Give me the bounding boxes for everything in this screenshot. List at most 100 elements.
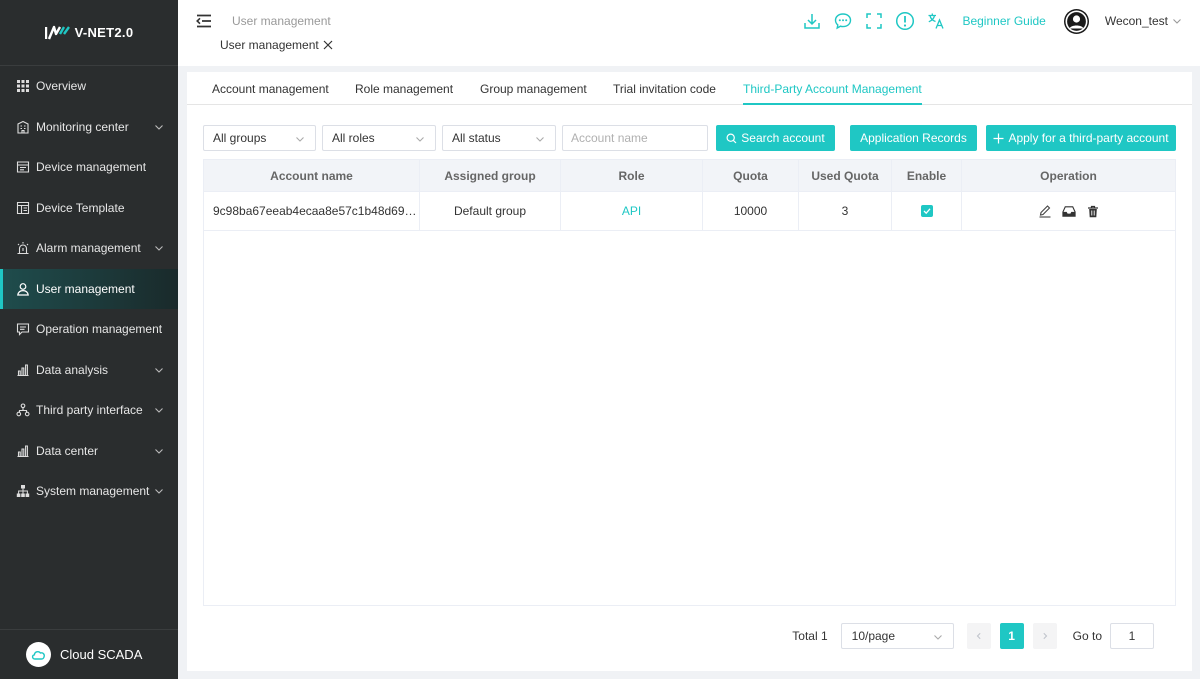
inbox-icon[interactable]	[1061, 204, 1076, 218]
message-icon	[16, 323, 30, 337]
bar-chart-icon	[17, 445, 29, 457]
apply-third-party-account-button[interactable]: Apply for a third-party account	[986, 125, 1176, 151]
filter-bar: All groups All roles All status Search a…	[203, 125, 1176, 151]
cloud-icon	[26, 642, 51, 667]
search-account-label: Search account	[741, 131, 825, 145]
tab-role-management[interactable]: Role management	[355, 82, 453, 103]
status-select-value: All status	[452, 131, 501, 145]
tab-account-management[interactable]: Account management	[212, 82, 329, 103]
cell-assigned-group: Default group	[420, 192, 561, 230]
check-icon	[923, 208, 930, 215]
delete-icon[interactable]	[1086, 204, 1100, 218]
apply-third-party-account-label: Apply for a third-party account	[1008, 131, 1169, 145]
account-name-value: 9c98ba67eeab4ecaa8e57c1b48d69…	[213, 204, 417, 218]
group-select[interactable]: All groups	[203, 125, 316, 151]
sidebar-item-overview[interactable]: Overview	[0, 66, 178, 107]
column-header-enable: Enable	[892, 160, 962, 191]
org-chart-icon	[16, 485, 30, 498]
sidebar-item-alarm-management[interactable]: Alarm management	[0, 228, 178, 269]
next-page-button[interactable]	[1032, 623, 1057, 649]
fullscreen-icon[interactable]	[864, 11, 884, 31]
network-icon	[16, 403, 30, 417]
avatar[interactable]	[1063, 8, 1089, 34]
user-menu[interactable]: Wecon_test	[1105, 14, 1182, 28]
application-records-button[interactable]: Application Records	[850, 125, 977, 151]
menu-collapse-icon[interactable]	[196, 14, 212, 28]
cell-account-name: 9c98ba67eeab4ecaa8e57c1b48d69…	[204, 192, 420, 230]
cloud-scada-link[interactable]: Cloud SCADA	[0, 629, 178, 679]
total-count: Total 1	[792, 629, 828, 643]
chevron-right-icon	[1043, 632, 1047, 640]
chevron-down-icon	[155, 448, 163, 454]
status-select[interactable]: All status	[442, 125, 556, 151]
sidebar-item-monitoring-center[interactable]: Monitoring center	[0, 107, 178, 148]
sidebar-item-device-management[interactable]: Device management	[0, 147, 178, 188]
role-link[interactable]: API	[622, 204, 641, 218]
search-icon	[726, 132, 737, 143]
sidebar-item-system-management[interactable]: System management	[0, 471, 178, 512]
page-tab-label: User management	[220, 38, 319, 52]
chevron-left-icon	[976, 632, 981, 640]
template-icon	[16, 201, 30, 214]
goto-page-input[interactable]	[1110, 623, 1154, 649]
beginner-guide-link[interactable]: Beginner Guide	[962, 14, 1045, 28]
chevron-down-icon	[155, 408, 163, 414]
tab-trial-invitation-code[interactable]: Trial invitation code	[613, 82, 716, 103]
tab-third-party-account-management[interactable]: Third-Party Account Management	[743, 82, 922, 105]
tab-bar: Account management Role management Group…	[187, 72, 1192, 105]
search-account-button[interactable]: Search account	[716, 125, 835, 151]
prev-page-button[interactable]	[966, 623, 991, 649]
edit-icon[interactable]	[1038, 204, 1052, 218]
username: Wecon_test	[1104, 14, 1168, 28]
role-select[interactable]: All roles	[322, 125, 436, 151]
sidebar-item-label: Overview	[36, 79, 87, 94]
sidebar-item-operation-management[interactable]: Operation management	[0, 309, 178, 350]
account-name-input[interactable]	[562, 125, 708, 151]
top-header: User management User management Beginner…	[178, 0, 1200, 66]
chevron-down-icon	[416, 137, 424, 142]
sidebar-item-label: Data analysis	[36, 362, 109, 377]
sidebar-item-label: Device Template	[36, 200, 125, 215]
cell-role: API	[561, 192, 703, 230]
chevron-down-icon	[155, 246, 163, 252]
cloud-scada-label: Cloud SCADA	[60, 647, 143, 662]
cell-operation	[962, 192, 1175, 230]
sidebar-item-data-analysis[interactable]: Data analysis	[0, 350, 178, 391]
plus-icon	[993, 133, 1004, 143]
chevron-down-icon	[155, 489, 163, 495]
sidebar-item-label: System management	[36, 484, 150, 499]
logo[interactable]: V-NET2.0	[0, 0, 178, 66]
translate-icon[interactable]	[926, 11, 946, 31]
chat-icon[interactable]	[833, 11, 853, 31]
info-icon[interactable]	[895, 11, 915, 31]
logo-text: V-NET2.0	[74, 25, 134, 40]
tab-group-management[interactable]: Group management	[480, 82, 587, 103]
download-icon[interactable]	[802, 11, 822, 31]
sidebar-item-user-management[interactable]: User management	[0, 268, 178, 309]
page-size-select[interactable]: 10/page	[840, 623, 954, 649]
application-records-label: Application Records	[860, 131, 967, 145]
sidebar-item-label: User management	[36, 281, 135, 296]
column-header-role: Role	[561, 160, 703, 191]
page-number-button[interactable]: 1	[999, 623, 1024, 649]
group-select-value: All groups	[213, 131, 267, 145]
sidebar-item-third-party-interface[interactable]: Third party interface	[0, 390, 178, 431]
sidebar-item-label: Device management	[36, 160, 147, 175]
alarm-icon	[17, 242, 29, 255]
cell-used-quota: 3	[799, 192, 892, 230]
cell-quota: 10000	[703, 192, 799, 230]
table-row: 9c98ba67eeab4ecaa8e57c1b48d69… Default g…	[204, 192, 1175, 231]
building-icon	[17, 120, 29, 134]
logo-mark-icon	[44, 25, 70, 39]
close-icon[interactable]	[322, 39, 334, 51]
sidebar-item-data-center[interactable]: Data center	[0, 431, 178, 472]
enable-checkbox[interactable]	[920, 205, 933, 217]
cell-enable	[892, 192, 962, 230]
sidebar-item-device-template[interactable]: Device Template	[0, 188, 178, 229]
column-header-assigned-group: Assigned group	[420, 160, 561, 191]
chevron-down-icon	[296, 137, 304, 142]
breadcrumb: User management	[232, 14, 331, 28]
column-header-operation: Operation	[1040, 168, 1097, 183]
page-tab-user-management[interactable]: User management	[220, 38, 334, 52]
sidebar-item-label: Data center	[36, 443, 99, 458]
